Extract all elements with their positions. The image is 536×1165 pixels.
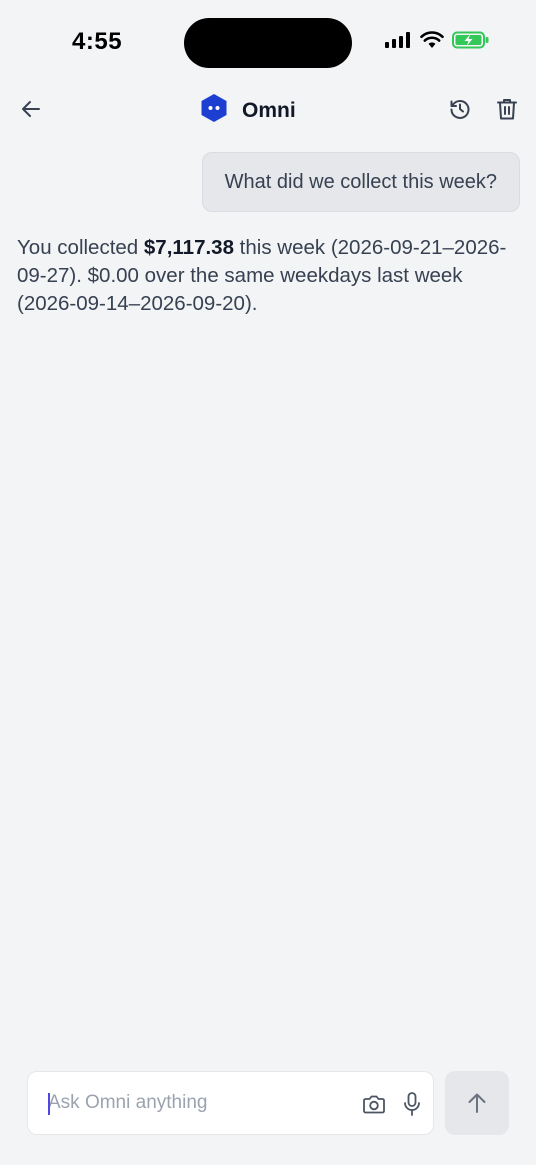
assistant-message: You collected $7,117.38 this week (2026-… bbox=[17, 234, 522, 318]
microphone-button[interactable] bbox=[398, 1090, 426, 1118]
composer bbox=[27, 1071, 434, 1135]
user-message-text: What did we collect this week? bbox=[224, 170, 497, 193]
status-bar: 4:55 bbox=[0, 0, 536, 88]
collected-amount: $7,117.38 bbox=[143, 236, 234, 259]
battery-charging-icon bbox=[452, 31, 490, 54]
header-title-group: Omni bbox=[200, 93, 296, 128]
send-button[interactable] bbox=[445, 1071, 509, 1135]
assistant-message-text-before: You collected bbox=[17, 236, 144, 259]
page-title: Omni bbox=[242, 98, 296, 122]
camera-icon bbox=[363, 1095, 385, 1114]
omni-logo-icon bbox=[200, 93, 228, 128]
text-cursor bbox=[48, 1093, 50, 1115]
status-icons bbox=[384, 31, 490, 54]
arrow-up-icon bbox=[468, 1093, 486, 1113]
camera-button[interactable] bbox=[360, 1090, 388, 1118]
history-icon bbox=[450, 100, 470, 119]
user-message-bubble: What did we collect this week? bbox=[201, 152, 520, 212]
message-input[interactable] bbox=[48, 1072, 348, 1134]
arrow-left-icon bbox=[22, 101, 40, 117]
trash-icon bbox=[497, 99, 517, 120]
cellular-signal-icon bbox=[384, 31, 412, 54]
back-button[interactable] bbox=[14, 92, 48, 126]
delete-chat-button[interactable] bbox=[492, 94, 522, 124]
history-button[interactable] bbox=[445, 94, 475, 124]
status-time: 4:55 bbox=[72, 28, 123, 55]
dynamic-island bbox=[184, 18, 352, 68]
header: Omni bbox=[0, 84, 536, 134]
microphone-icon bbox=[404, 1092, 420, 1116]
wifi-icon bbox=[420, 31, 444, 54]
